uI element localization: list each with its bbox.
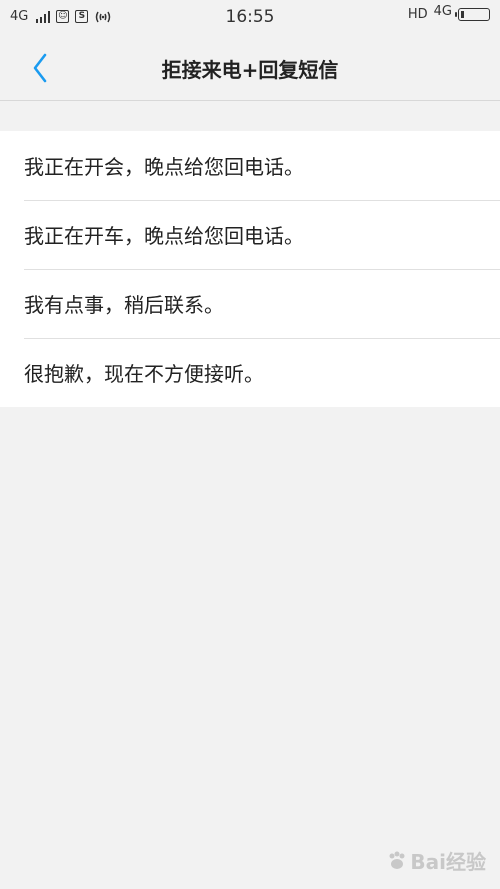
battery-icon xyxy=(455,8,490,21)
status-bar: 4G ☺ S 16:55 HD 4G xyxy=(0,0,500,36)
navigation-bar: 拒接来电+回复短信 xyxy=(0,36,500,101)
page-title: 拒接来电+回复短信 xyxy=(161,58,339,82)
watermark-text: Bai经验 xyxy=(410,850,486,874)
hd-label: HD xyxy=(407,7,428,22)
status-right-icons: HD 4G xyxy=(407,4,490,22)
reply-item-text: 我正在开车，晚点给您回电话。 xyxy=(24,224,304,248)
network-type-right-label: 4G xyxy=(433,4,452,19)
reply-item-text: 我正在开会，晚点给您回电话。 xyxy=(24,155,304,179)
battery-fill xyxy=(461,11,464,18)
reply-message-list: 我正在开会，晚点给您回电话。 我正在开车，晚点给您回电话。 我有点事，稍后联系。… xyxy=(0,131,500,407)
reply-item-sorry[interactable]: 很抱歉，现在不方便接听。 xyxy=(0,338,500,407)
reply-item-text: 我有点事，稍后联系。 xyxy=(24,293,224,317)
reply-item-text: 很抱歉，现在不方便接听。 xyxy=(24,362,264,386)
reply-item-driving[interactable]: 我正在开车，晚点给您回电话。 xyxy=(0,200,500,269)
paw-logo-icon xyxy=(389,851,405,869)
reply-item-meeting[interactable]: 我正在开会，晚点给您回电话。 xyxy=(0,131,500,200)
watermark: Bai经验 xyxy=(386,846,486,875)
reply-item-busy[interactable]: 我有点事，稍后联系。 xyxy=(0,269,500,338)
